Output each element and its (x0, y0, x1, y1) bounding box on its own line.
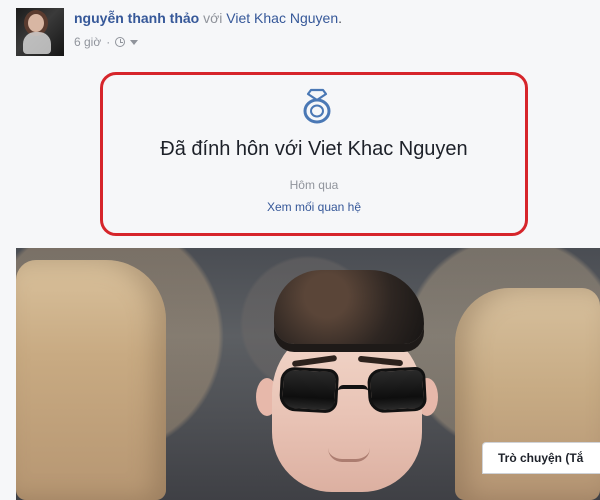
tagged-friend-name[interactable]: Viet Khac Nguyen (226, 10, 338, 26)
with-text: với (203, 10, 223, 26)
hair (274, 270, 424, 344)
post-title-line: nguyễn thanh thảo với Viet Khac Nguyen. (74, 10, 342, 27)
avatar[interactable] (16, 8, 64, 56)
chat-tab[interactable]: Trò chuyện (Tắ (482, 442, 600, 474)
clock-icon (115, 36, 126, 47)
title-period: . (338, 10, 343, 26)
event-date: Hôm qua (289, 178, 339, 192)
sunglasses (278, 366, 428, 416)
chevron-down-icon[interactable] (130, 39, 139, 45)
facebook-post-page: nguyễn thanh thảo với Viet Khac Nguyen. … (0, 0, 600, 500)
view-relationship-link[interactable]: Xem mối quan hệ (103, 200, 525, 214)
person-head (236, 266, 476, 492)
right-lens (366, 366, 428, 414)
meta-separator: · (106, 34, 111, 49)
left-lens (278, 366, 340, 414)
post-meta: nguyễn thanh thảo với Viet Khac Nguyen. … (74, 8, 342, 49)
car-seat-left (16, 260, 166, 500)
post-time[interactable]: 6 giờ (74, 35, 101, 49)
timeline-post: nguyễn thanh thảo với Viet Khac Nguyen. … (0, 0, 600, 500)
post-subline: 6 giờ · (74, 35, 342, 49)
ring-icon (303, 88, 331, 124)
event-title: Đã đính hôn với Viet Khac Nguyen (160, 138, 468, 160)
sunglasses-bridge (338, 385, 368, 396)
post-header: nguyễn thanh thảo với Viet Khac Nguyen. … (16, 8, 342, 56)
author-name[interactable]: nguyễn thanh thảo (74, 10, 199, 26)
engagement-event-card: Đã đính hôn với Viet Khac Nguyen Hôm qua… (100, 72, 528, 236)
